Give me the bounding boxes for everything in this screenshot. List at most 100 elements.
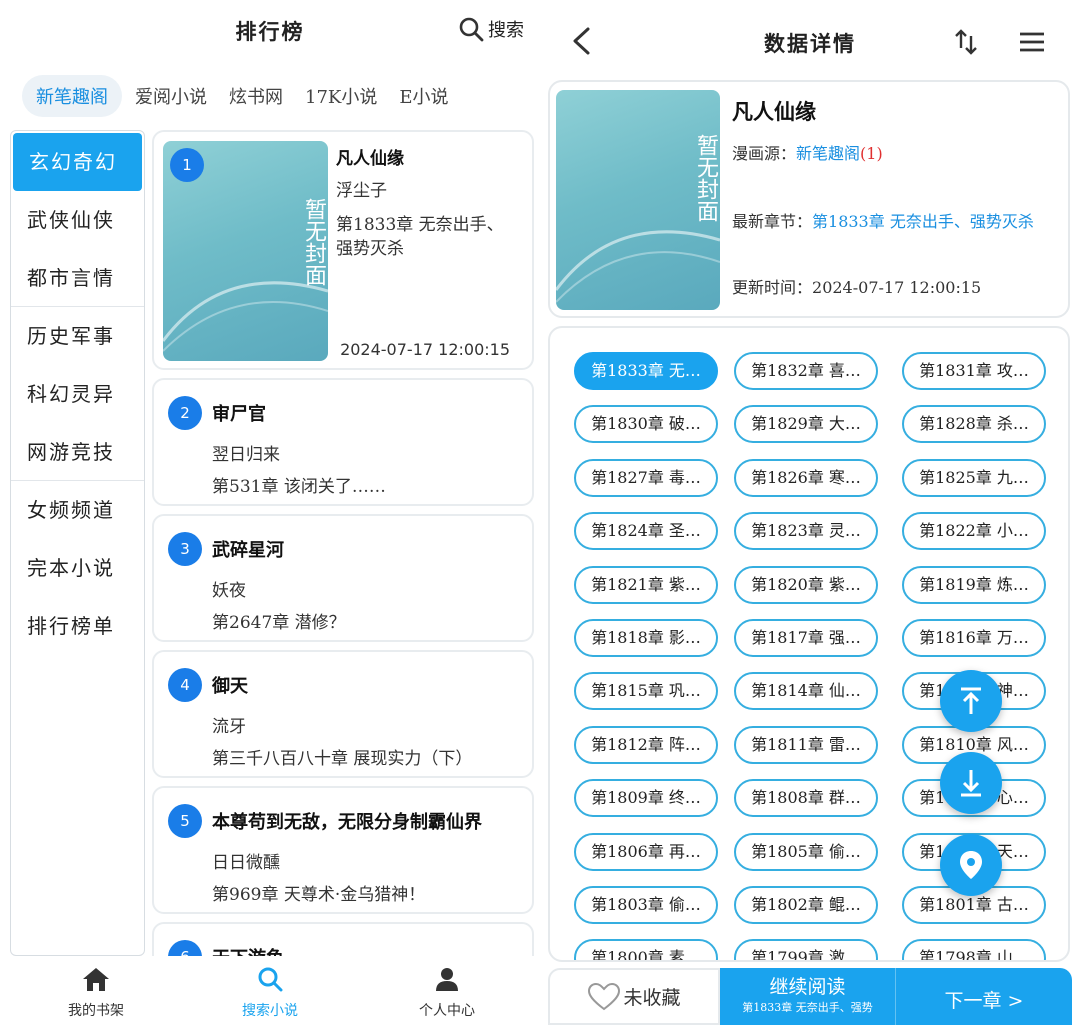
- category-item[interactable]: 网游竞技: [11, 423, 144, 481]
- source-tabs: 新笔趣阁 爱阅小说 炫书网 17K小说 E小说: [22, 74, 462, 118]
- chapter-button[interactable]: 第1827章 毒…: [574, 459, 718, 497]
- chapter-button[interactable]: 第1819章 炼…: [902, 566, 1046, 604]
- menu-icon[interactable]: [1018, 30, 1046, 54]
- sort-icon[interactable]: [954, 28, 978, 56]
- book-latest-chapter: 第2647章 潜修？: [212, 613, 346, 633]
- book-card[interactable]: 5 本尊苟到无敌，无限分身制霸仙界 日日微醺 第969章 天尊术·金乌猎神！: [152, 786, 534, 914]
- chapter-button[interactable]: 第1824章 圣…: [574, 512, 718, 550]
- chapter-button[interactable]: 第1798章 山…: [902, 939, 1046, 960]
- category-item[interactable]: 科幻灵异: [11, 365, 144, 423]
- search-button[interactable]: 搜索: [458, 16, 524, 42]
- continue-reading-button[interactable]: 继续阅读 第1833章 无奈出手、强势: [720, 968, 896, 1025]
- category-sidebar: 玄幻奇幻 武侠仙侠 都市言情 历史军事 科幻灵异 网游竞技 女频频道 完本小说 …: [10, 130, 145, 956]
- favorite-button[interactable]: 未收藏: [548, 968, 720, 1025]
- home-icon: [83, 968, 109, 991]
- book-title: 御天: [212, 676, 248, 697]
- app-screenshot: 排行榜 搜索 新笔趣阁 爱阅小说 炫书网 17K小说 E小说 玄幻奇幻 武侠仙侠…: [0, 0, 1080, 1025]
- chapter-button[interactable]: 第1816章 万…: [902, 619, 1046, 657]
- book-card[interactable]: 4 御天 流牙 第三千八百八十章 展现实力（下）: [152, 650, 534, 778]
- latest-chapter-link[interactable]: 第1833章 无奈出手、强势灭杀: [812, 212, 1034, 231]
- tab-source-5[interactable]: E小说: [390, 75, 457, 117]
- rank-badge: 2: [168, 396, 202, 430]
- rank-badge: 1: [170, 148, 204, 182]
- tab-source-1[interactable]: 新笔趣阁: [22, 75, 122, 117]
- chapter-button[interactable]: 第1815章 巩…: [574, 672, 718, 710]
- chapter-button[interactable]: 第1820章 紫…: [734, 566, 878, 604]
- chapter-button[interactable]: 第1812章 阵…: [574, 726, 718, 764]
- tab-source-2[interactable]: 爱阅小说: [126, 75, 216, 117]
- chapter-button[interactable]: 第1821章 紫…: [574, 566, 718, 604]
- latest-chapter-row: 最新章节：第1833章 无奈出手、强势灭杀: [732, 210, 1062, 234]
- chapter-button[interactable]: 第1803章 偷…: [574, 886, 718, 924]
- nav-search[interactable]: 搜索小说: [210, 966, 330, 1020]
- rank-badge: 6: [168, 940, 202, 956]
- latest-label: 最新章节：: [732, 212, 813, 231]
- chapter-button[interactable]: 第1833章 无…: [574, 352, 718, 390]
- chapter-button[interactable]: 第1818章 影…: [574, 619, 718, 657]
- category-item[interactable]: 都市言情: [11, 249, 144, 307]
- book-latest-chapter-cont: 强势灭杀: [336, 239, 404, 259]
- heart-icon: [588, 982, 621, 1010]
- source-row: 漫画源：新笔趣阁(1): [732, 140, 883, 164]
- book-latest-chapter: 第969章 天尊术·金乌猎神！: [212, 885, 426, 905]
- chapter-button[interactable]: 第1826章 寒…: [734, 459, 878, 497]
- chapter-button[interactable]: 第1823章 灵…: [734, 512, 878, 550]
- category-item[interactable]: 女频频道: [11, 481, 144, 539]
- chapter-button[interactable]: 第1806章 再…: [574, 833, 718, 871]
- chapter-button[interactable]: 第1808章 群…: [734, 779, 878, 817]
- chapter-button[interactable]: 第1809章 终…: [574, 779, 718, 817]
- book-card[interactable]: 6 天下游鱼: [152, 922, 534, 956]
- nav-label: 搜索小说: [242, 1003, 298, 1019]
- chapter-button[interactable]: 第1832章 喜…: [734, 352, 878, 390]
- scroll-bottom-icon: [961, 770, 981, 797]
- scroll-bottom-button[interactable]: [940, 752, 1002, 814]
- category-item[interactable]: 完本小说: [11, 539, 144, 597]
- chapter-button[interactable]: 第1800章 素…: [574, 939, 718, 960]
- chapter-button[interactable]: 第1831章 攻…: [902, 352, 1046, 390]
- book-update-time: 2024-07-17 12:00:15: [340, 340, 510, 359]
- book-title: 本尊苟到无敌，无限分身制霸仙界: [212, 812, 482, 833]
- tab-source-4[interactable]: 17K小说: [296, 75, 386, 117]
- book-author: 流牙: [212, 717, 246, 737]
- book-card[interactable]: 暂无封面 1 凡人仙缘 浮尘子 第1833章 无奈出手、 强势灭杀 2024-0…: [152, 130, 534, 370]
- ranking-screen: 排行榜 搜索 新笔趣阁 爱阅小说 炫书网 17K小说 E小说 玄幻奇幻 武侠仙侠…: [0, 0, 540, 1025]
- book-name: 凡人仙缘: [732, 99, 816, 124]
- chapter-button[interactable]: 第1805章 偷…: [734, 833, 878, 871]
- chapter-button[interactable]: 第1811章 雷…: [734, 726, 878, 764]
- category-item[interactable]: 历史军事: [11, 307, 144, 365]
- book-title: 武碎星河: [212, 540, 284, 561]
- category-item[interactable]: 排行榜单: [11, 597, 144, 655]
- book-info-card: 暂无封面 凡人仙缘 漫画源：新笔趣阁(1) 最新章节：第1833章 无奈出手、强…: [548, 80, 1070, 318]
- chapter-button[interactable]: 第1822章 小…: [902, 512, 1046, 550]
- source-count: (1): [860, 144, 883, 163]
- chapter-button[interactable]: 第1830章 破…: [574, 405, 718, 443]
- book-card[interactable]: 2 审尸官 翌日归来 第531章 该闭关了……: [152, 378, 534, 506]
- book-title: 凡人仙缘: [336, 149, 404, 169]
- chapter-button[interactable]: 第1799章 激…: [734, 939, 878, 960]
- nav-profile[interactable]: 个人中心: [387, 966, 507, 1020]
- scroll-top-icon: [961, 687, 981, 714]
- category-item[interactable]: 玄幻奇幻: [13, 133, 142, 191]
- next-chapter-button[interactable]: 下一章 >: [896, 968, 1072, 1025]
- update-value: 2024-07-17 12:00:15: [812, 278, 982, 297]
- chapter-button[interactable]: 第1828章 杀…: [902, 405, 1046, 443]
- page-title: 数据详情: [764, 31, 856, 56]
- rank-badge: 4: [168, 668, 202, 702]
- nav-bookshelf[interactable]: 我的书架: [36, 966, 156, 1020]
- category-item[interactable]: 武侠仙侠: [11, 191, 144, 249]
- book-ranking-list: 暂无封面 1 凡人仙缘 浮尘子 第1833章 无奈出手、 强势灭杀 2024-0…: [152, 130, 536, 956]
- detail-header: 数据详情: [540, 0, 1080, 76]
- tab-source-3[interactable]: 炫书网: [220, 75, 292, 117]
- update-time-row: 更新时间：2024-07-17 12:00:15: [732, 274, 981, 298]
- chapter-button[interactable]: 第1825章 九…: [902, 459, 1046, 497]
- book-latest-chapter: 第531章 该闭关了……: [212, 477, 386, 497]
- search-icon: [459, 17, 484, 42]
- chapter-button[interactable]: 第1802章 鲲…: [734, 886, 878, 924]
- chapter-button[interactable]: 第1814章 仙…: [734, 672, 878, 710]
- chapter-button[interactable]: 第1829章 大…: [734, 405, 878, 443]
- book-card[interactable]: 3 武碎星河 妖夜 第2647章 潜修？: [152, 514, 534, 642]
- source-value[interactable]: 新笔趣阁: [796, 144, 860, 163]
- chapter-button[interactable]: 第1817章 强…: [734, 619, 878, 657]
- scroll-top-button[interactable]: [940, 670, 1002, 732]
- locate-button[interactable]: [940, 834, 1002, 896]
